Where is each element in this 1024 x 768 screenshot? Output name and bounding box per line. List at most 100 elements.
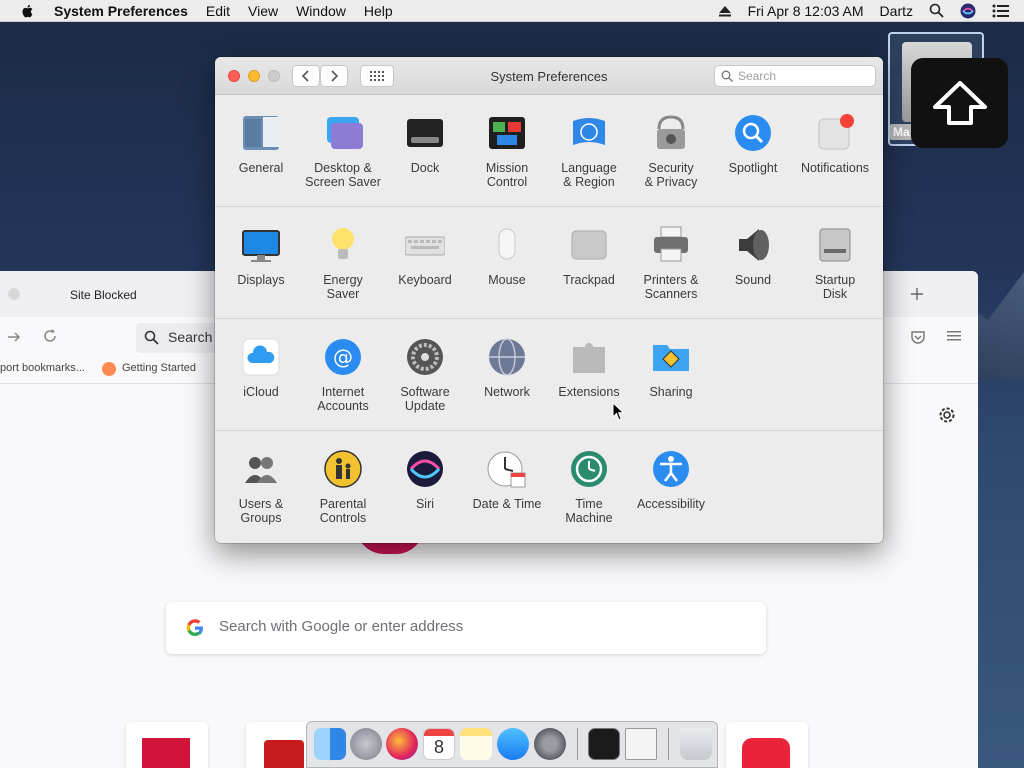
pref-row: Users & Groups Parental Controls Siri Date … <box>215 431 883 543</box>
pref-pane-startup-disk[interactable]: Startup Disk <box>794 207 876 307</box>
pref-pane-siri[interactable]: Siri <box>384 431 466 531</box>
vivaldi-tile-icon <box>264 740 304 768</box>
pref-pane-sharing[interactable]: Sharing <box>630 319 712 419</box>
network-icon <box>489 338 525 376</box>
pref-row: iCloud @ Internet Accounts Software Update N… <box>215 319 883 431</box>
pref-pane-notifications[interactable]: Notifications <box>794 95 876 195</box>
shortcut-tile[interactable] <box>726 722 808 768</box>
eject-icon[interactable] <box>718 5 732 17</box>
firefox-icon[interactable] <box>386 728 418 760</box>
url-bar[interactable]: Search <box>136 323 226 353</box>
opera-tile-icon <box>742 738 790 768</box>
pref-pane-label: Dock <box>410 161 440 175</box>
pref-pane-label: Security & Privacy <box>644 161 698 189</box>
keyboard-icon <box>405 236 445 256</box>
trash-icon[interactable] <box>680 728 712 760</box>
shift-arrow-icon <box>932 81 987 125</box>
pref-pane-label: General <box>238 161 284 175</box>
pref-pane-security[interactable]: Security & Privacy <box>630 95 712 195</box>
pref-pane-energy[interactable]: Energy Saver <box>302 207 384 307</box>
search-placeholder: Search <box>738 69 777 83</box>
firefox-bookmark-icon <box>102 362 116 376</box>
pref-pane-label: Extensions <box>558 385 620 399</box>
settings-gear-icon[interactable] <box>938 406 956 424</box>
pref-pane-mission-control[interactable]: Mission Control <box>466 95 548 195</box>
mouse-icon <box>498 228 516 260</box>
dock: 8 <box>306 721 718 768</box>
finder-icon[interactable] <box>314 728 346 760</box>
bookmark-import[interactable]: port bookmarks... <box>0 362 85 374</box>
pref-pane-label: Parental Controls <box>319 497 367 525</box>
pref-pane-time-machine[interactable]: Time Machine <box>548 431 630 531</box>
date-time-icon <box>487 451 526 488</box>
pref-pane-accessibility[interactable]: Accessibility <box>630 431 712 531</box>
app-store-icon[interactable] <box>497 728 529 760</box>
startup-disk-icon <box>819 228 851 262</box>
pref-pane-users[interactable]: Users & Groups <box>220 431 302 531</box>
pref-pane-dock[interactable]: Dock <box>384 95 466 195</box>
search-field[interactable]: Search <box>714 65 876 87</box>
pref-pane-internet-accounts[interactable]: @ Internet Accounts <box>302 319 384 419</box>
calendar-icon[interactable]: 8 <box>423 728 455 760</box>
spotlight-menu-icon[interactable] <box>929 3 944 18</box>
terminal-icon[interactable] <box>588 728 620 760</box>
menu-user[interactable]: Dartz <box>880 3 913 19</box>
pref-pane-general[interactable]: General <box>220 95 302 195</box>
menu-view[interactable]: View <box>248 3 278 19</box>
pref-pane-mouse[interactable]: Mouse <box>466 207 548 307</box>
pocket-icon[interactable] <box>910 329 926 345</box>
pref-pane-network[interactable]: Network <box>466 319 548 419</box>
menu-icon[interactable] <box>947 329 961 343</box>
pref-pane-trackpad[interactable]: Trackpad <box>548 207 630 307</box>
parental-icon <box>324 450 362 488</box>
menu-app-name[interactable]: System Preferences <box>54 3 188 19</box>
pref-pane-label: Mouse <box>488 273 526 287</box>
search-placeholder: Search with Google or enter address <box>219 618 464 635</box>
accessibility-icon <box>653 451 689 487</box>
reload-icon[interactable] <box>42 328 58 344</box>
pref-pane-desktop[interactable]: Desktop & Screen Saver <box>302 95 384 195</box>
control-center-icon[interactable] <box>992 4 1010 18</box>
pref-pane-printer[interactable]: Printers & Scanners <box>630 207 712 307</box>
pref-pane-icloud[interactable]: iCloud <box>220 319 302 419</box>
shift-key-overlay <box>911 58 1008 148</box>
internet-accounts-icon: @ <box>325 339 361 375</box>
system-preferences-icon[interactable] <box>534 728 566 760</box>
apple-icon[interactable] <box>20 3 36 19</box>
google-search-box[interactable]: Search with Google or enter address <box>166 602 766 654</box>
menu-bar: System Preferences Edit View Window Help… <box>0 0 1024 22</box>
icloud-icon <box>242 338 280 376</box>
menu-edit[interactable]: Edit <box>206 3 230 19</box>
sound-icon <box>739 229 769 261</box>
notes-icon[interactable] <box>460 728 492 760</box>
shortcut-tile[interactable] <box>126 722 208 768</box>
pref-pane-displays[interactable]: Displays <box>220 207 302 307</box>
tab-title[interactable]: Site Blocked <box>70 288 137 302</box>
pref-row: Displays Energy Saver Keyboard Mouse Trackpa… <box>215 207 883 319</box>
document-icon[interactable] <box>625 728 657 760</box>
forward-icon[interactable] <box>6 329 22 345</box>
calendar-day: 8 <box>433 737 444 757</box>
pref-pane-parental[interactable]: Parental Controls <box>302 431 384 531</box>
menu-window[interactable]: Window <box>296 3 346 19</box>
menu-clock[interactable]: Fri Apr 8 12:03 AM <box>748 3 864 19</box>
pref-pane-label: Displays <box>237 273 285 287</box>
bookmark-getting-started[interactable]: Getting Started <box>122 362 196 374</box>
pocket-tile-icon <box>142 738 190 768</box>
pref-pane-label: Language & Region <box>561 161 617 189</box>
pref-pane-date-time[interactable]: Date & Time <box>466 431 548 531</box>
pref-pane-language[interactable]: Language & Region <box>548 95 630 195</box>
pref-pane-spotlight[interactable]: Spotlight <box>712 95 794 195</box>
pref-pane-label: Spotlight <box>728 161 778 175</box>
pref-pane-label: Internet Accounts <box>317 385 369 413</box>
pref-pane-sound[interactable]: Sound <box>712 207 794 307</box>
launchpad-icon[interactable] <box>350 728 382 760</box>
pref-pane-software-update[interactable]: Software Update <box>384 319 466 419</box>
siri-menu-icon[interactable] <box>960 3 976 19</box>
menu-help[interactable]: Help <box>364 3 393 19</box>
window-close-dot[interactable] <box>8 288 20 300</box>
pref-pane-label: Desktop & Screen Saver <box>305 161 381 189</box>
new-tab-icon[interactable] <box>910 287 924 301</box>
dock-separator <box>577 728 578 760</box>
pref-pane-keyboard[interactable]: Keyboard <box>384 207 466 307</box>
